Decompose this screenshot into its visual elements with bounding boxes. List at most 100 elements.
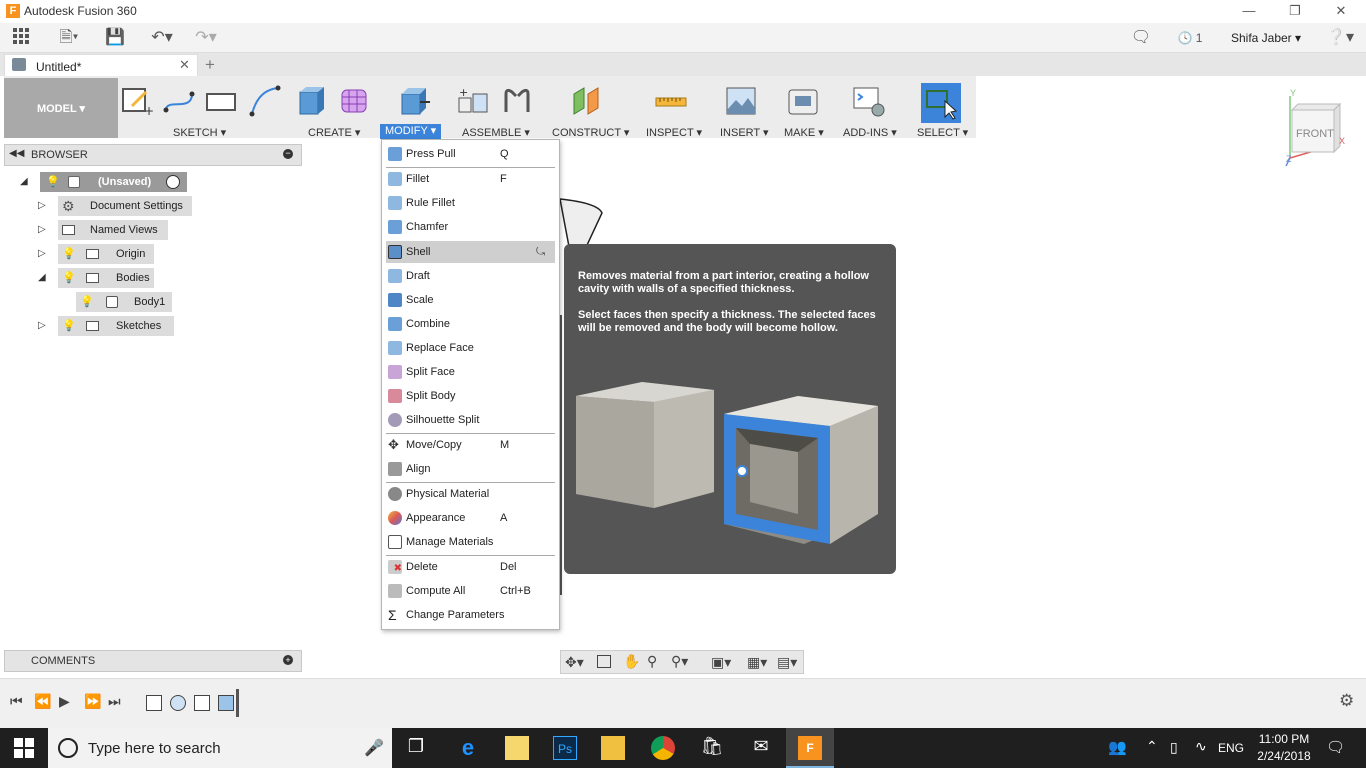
menu-item-fillet[interactable]: Fillet F (386, 168, 555, 190)
menu-item-press-pull[interactable]: Press Pull Q (386, 143, 555, 165)
menu-item-delete[interactable]: ✖ Delete Del (386, 556, 555, 578)
people-icon[interactable]: 👥 (1108, 738, 1127, 756)
pan-icon[interactable]: ✋ (623, 653, 640, 670)
orbit-icon[interactable]: ✥▾ (565, 654, 584, 671)
collapse-browser-icon[interactable]: ◀◀ (9, 148, 24, 159)
help-icon[interactable]: ❔▾ (1322, 27, 1358, 49)
browser-item-bodies[interactable]: ◢ 💡 Bodies (0, 268, 300, 290)
expand-icon[interactable]: ▷ (38, 196, 46, 216)
menu-item-chamfer[interactable]: Chamfer (386, 216, 555, 238)
language-indicator[interactable]: ENG (1218, 741, 1244, 755)
menu-item-scale[interactable]: Scale (386, 289, 555, 311)
battery-icon[interactable]: ▯ (1170, 739, 1178, 756)
spline-icon[interactable] (162, 84, 196, 118)
rectangle-icon[interactable] (204, 84, 238, 118)
document-tab[interactable]: Untitled* ✕ (4, 54, 198, 76)
scripts-addins-icon[interactable] (852, 84, 886, 118)
windows-start-icon[interactable] (14, 738, 34, 758)
workspace-switcher[interactable]: MODEL ▾ (4, 78, 118, 138)
form-icon[interactable] (338, 84, 372, 118)
look-at-icon[interactable] (597, 655, 611, 668)
user-menu[interactable]: Shifa Jaber ▾ (1226, 27, 1306, 49)
press-pull-icon[interactable] (398, 84, 432, 118)
menu-item-split-body[interactable]: Split Body (386, 385, 555, 407)
browser-item-document-settings[interactable]: ▷ ⚙ Document Settings (0, 196, 300, 218)
menu-item-physical-material[interactable]: Physical Material (386, 483, 555, 505)
fusion-taskbar-button[interactable]: F (786, 728, 834, 768)
menu-item-appearance[interactable]: Appearance A (386, 507, 555, 529)
timeline-sketch2-icon[interactable] (194, 695, 210, 711)
add-comment-icon[interactable]: + (283, 655, 293, 665)
timeline-settings-gear-icon[interactable]: ⚙ (1339, 691, 1354, 711)
show-hidden-icons[interactable]: ⌃ (1146, 738, 1158, 755)
browser-item-body1[interactable]: 💡 Body1 (0, 292, 300, 314)
save-icon[interactable]: 💾 (104, 27, 126, 49)
play-icon[interactable]: ▶ (59, 693, 70, 710)
menu-item-manage-materials[interactable]: Manage Materials (386, 531, 555, 553)
undo-icon[interactable]: ↶▾ (144, 27, 180, 49)
menu-item-replace-face[interactable]: Replace Face (386, 337, 555, 359)
new-component-icon[interactable]: + (456, 84, 490, 118)
inspect-menu[interactable]: INSPECT ▾ (646, 126, 702, 139)
apps-grid-icon[interactable] (10, 27, 32, 49)
job-status-button[interactable]: 🕓 1 (1170, 27, 1210, 49)
taskbar-search-box[interactable]: Type here to search 🎤 (48, 728, 392, 768)
file-explorer-icon[interactable] (601, 736, 625, 760)
chrome-icon[interactable] (651, 736, 675, 760)
minimize-button[interactable]: — (1226, 0, 1272, 23)
timeline-sketch-icon[interactable] (146, 695, 162, 711)
browser-item-origin[interactable]: ▷ 💡 Origin (0, 244, 300, 266)
close-tab-icon[interactable]: ✕ (179, 57, 190, 73)
activate-radio-icon[interactable] (166, 175, 180, 189)
menu-item-combine[interactable]: Combine (386, 313, 555, 335)
insert-menu[interactable]: INSERT ▾ (720, 126, 769, 139)
display-settings-icon[interactable]: ▣▾ (711, 654, 731, 671)
offset-plane-icon[interactable] (570, 84, 604, 118)
fit-icon[interactable]: ⚲▾ (671, 653, 688, 670)
file-menu-icon[interactable]: 🗎▾ (54, 27, 84, 49)
wifi-icon[interactable]: ∿ (1195, 738, 1207, 755)
menu-item-move-copy[interactable]: ✥ Move/Copy M (386, 434, 555, 456)
menu-item-silhouette-split[interactable]: Silhouette Split (386, 409, 555, 431)
viewports-icon[interactable]: ▤▾ (777, 654, 797, 671)
select-tool-button[interactable] (921, 83, 961, 123)
make-menu[interactable]: MAKE ▾ (784, 126, 824, 139)
mail-icon[interactable]: ✉ (749, 736, 773, 760)
last-step-icon[interactable]: ⏭ (108, 693, 121, 710)
insert-canvas-icon[interactable] (724, 84, 758, 118)
expand-icon[interactable]: ▷ (38, 220, 46, 240)
expand-root-icon[interactable]: ◢ (20, 172, 28, 192)
comments-panel-header[interactable]: COMMENTS + (4, 650, 302, 672)
redo-icon[interactable]: ↷▾ (188, 27, 224, 49)
viewcube[interactable]: FRONT Y X Z (1282, 88, 1354, 168)
menu-item-compute-all[interactable]: Compute All Ctrl+B (386, 580, 555, 602)
3d-print-icon[interactable] (786, 84, 820, 118)
create-sketch-icon[interactable]: + (120, 84, 154, 118)
clock-date[interactable]: 2/24/2018 (1252, 749, 1316, 763)
bulb-icon[interactable]: 💡 (62, 268, 76, 288)
store-icon[interactable]: 🛍 (700, 736, 724, 760)
sticky-notes-icon[interactable] (505, 736, 529, 760)
extrude-icon[interactable] (296, 84, 330, 118)
menu-item-change-parameters[interactable]: Σ Change Parameters (386, 604, 555, 626)
bulb-icon[interactable]: 💡 (80, 292, 94, 312)
timeline-extrude-icon[interactable] (218, 695, 234, 711)
browser-item-sketches[interactable]: ▷ 💡 Sketches (0, 316, 300, 338)
joint-icon[interactable] (500, 84, 534, 118)
close-button[interactable]: ✕ (1318, 0, 1364, 23)
collapse-icon[interactable]: ◢ (38, 268, 46, 288)
addins-menu[interactable]: ADD-INS ▾ (843, 126, 897, 139)
menu-item-align[interactable]: Align (386, 458, 555, 480)
grid-settings-icon[interactable]: ▦▾ (747, 654, 767, 671)
bulb-icon[interactable]: 💡 (62, 316, 76, 336)
timeline-revolve-icon[interactable] (170, 695, 186, 711)
next-step-icon[interactable]: ⏩ (84, 693, 101, 710)
construct-menu[interactable]: CONSTRUCT ▾ (552, 126, 629, 139)
new-tab-icon[interactable]: + (205, 55, 215, 75)
first-step-icon[interactable]: ⏮ (10, 693, 23, 710)
select-menu[interactable]: SELECT ▾ (917, 126, 968, 139)
timeline-marker[interactable] (236, 689, 239, 717)
previous-step-icon[interactable]: ⏪ (34, 693, 51, 710)
bulb-off-icon[interactable]: 💡 (62, 244, 76, 264)
notifications-icon[interactable]: 🗨 (1130, 27, 1152, 49)
